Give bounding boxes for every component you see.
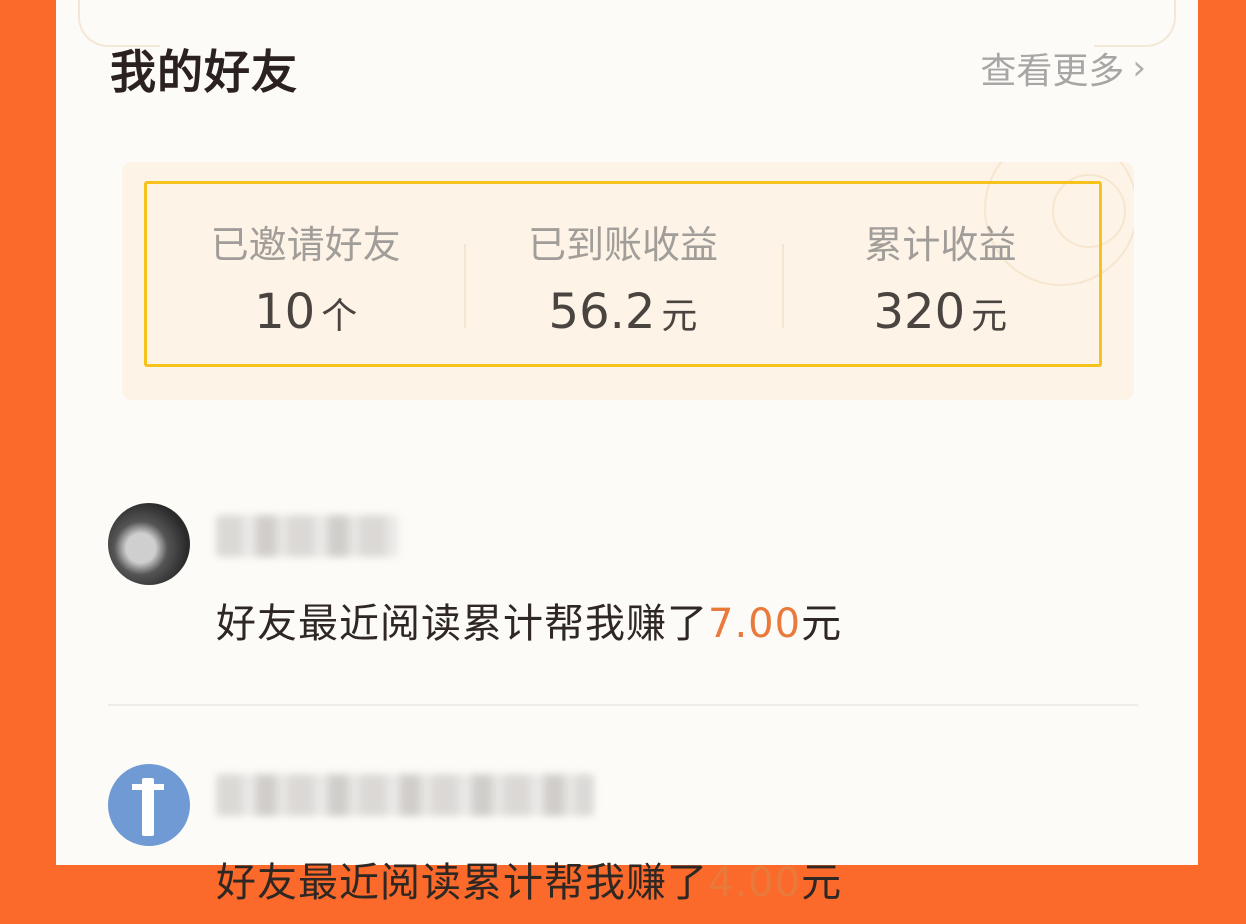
stat-label: 已到账收益 — [527, 223, 718, 267]
view-more-link[interactable]: 查看更多 › — [980, 42, 1146, 94]
earnings-amount: 7.00 — [708, 601, 802, 647]
friend-earnings-text: 好友最近阅读累计帮我赚了7.00元 — [216, 591, 842, 649]
friend-list-item[interactable]: 好友最近阅读累计帮我赚了4.00元 — [108, 764, 1138, 924]
stat-label: 累计收益 — [864, 223, 1017, 267]
earnings-label: 好友最近阅读累计帮我赚了 — [216, 860, 708, 906]
friend-earnings-text: 好友最近阅读累计帮我赚了4.00元 — [216, 850, 842, 908]
view-more-label: 查看更多 — [980, 51, 1125, 92]
chevron-right-icon: › — [1132, 48, 1146, 88]
stat-total-earnings[interactable]: 累计收益 320 元 — [781, 184, 1099, 364]
earnings-label: 好友最近阅读累计帮我赚了 — [216, 601, 708, 647]
stat-value: 10 个 — [147, 284, 464, 340]
stat-number: 56.2 — [548, 284, 656, 340]
stat-value: 56.2 元 — [464, 284, 781, 340]
stat-unit: 元 — [971, 296, 1008, 337]
stat-unit: 元 — [661, 296, 698, 337]
stat-received-earnings[interactable]: 已到账收益 56.2 元 — [464, 184, 781, 364]
blurred-friend-name — [216, 774, 594, 816]
stat-number: 10 — [254, 284, 316, 340]
corner-decoration — [1094, 0, 1176, 47]
stat-invited-friends[interactable]: 已邀请好友 10 个 — [147, 184, 464, 364]
page-title: 我的好友 — [110, 45, 298, 99]
earnings-unit: 元 — [801, 601, 843, 647]
blurred-friend-name — [216, 515, 398, 557]
avatar — [108, 764, 190, 846]
stat-value: 320 元 — [782, 284, 1099, 340]
stat-unit: 个 — [321, 296, 358, 337]
earnings-unit: 元 — [801, 860, 843, 906]
friend-list-item[interactable]: 好友最近阅读累计帮我赚了7.00元 — [108, 503, 1138, 653]
stat-number: 320 — [873, 284, 966, 340]
earnings-amount: 4.00 — [708, 860, 802, 906]
list-divider — [108, 704, 1138, 706]
stats-box: 已邀请好友 10 个 已到账收益 56.2 元 累计收益 320 元 — [144, 181, 1102, 367]
stat-label: 已邀请好友 — [210, 223, 401, 267]
friends-card: 我的好友 查看更多 › — [56, 0, 1198, 865]
avatar — [108, 503, 190, 585]
